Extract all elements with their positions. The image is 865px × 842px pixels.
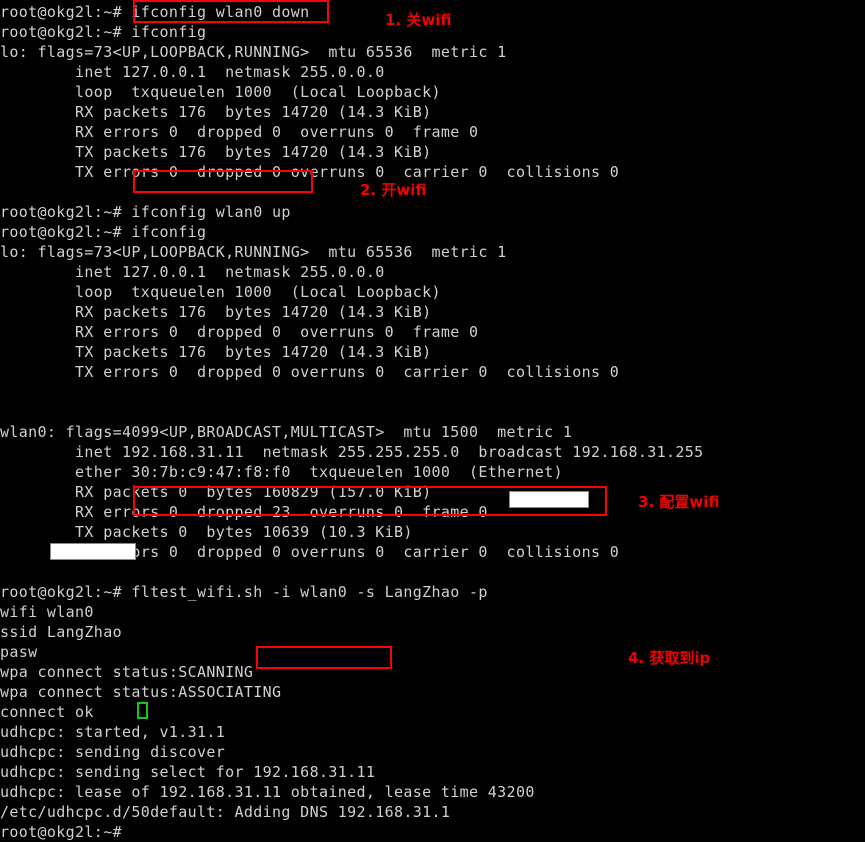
terminal-line: inet 192.168.31.11 netmask 255.255.255.0…: [0, 443, 704, 461]
terminal-line: root@okg2l:~# fltest_wifi.sh -i wlan0 -s…: [0, 583, 498, 601]
terminal-line: RX packets 176 bytes 14720 (14.3 KiB): [0, 303, 432, 321]
terminal-line: root@okg2l:~# ifconfig: [0, 23, 207, 41]
terminal-cursor: [137, 702, 148, 719]
annotation-step-3: 3. 配置wifi: [638, 493, 720, 511]
terminal-line: wifi wlan0: [0, 603, 94, 621]
terminal-line: wpa connect status:SCANNING: [0, 663, 254, 681]
terminal-line: RX errors 0 dropped 0 overruns 0 frame 0: [0, 123, 479, 141]
terminal-line: root@okg2l:~#: [0, 823, 132, 841]
terminal-line: RX packets 0 bytes 160829 (157.0 KiB): [0, 483, 432, 501]
terminal-line: inet 127.0.0.1 netmask 255.0.0.0: [0, 263, 385, 281]
highlight-box-obtained-ip: [256, 646, 392, 669]
terminal-line: wpa connect status:ASSOCIATING: [0, 683, 282, 701]
terminal-line: pasw: [0, 643, 47, 661]
terminal-line: lo: flags=73<UP,LOOPBACK,RUNNING> mtu 65…: [0, 43, 507, 61]
terminal-line: TX errors 0 dropped 0 overruns 0 carrier…: [0, 363, 620, 381]
annotation-step-4: 4. 获取到ip: [628, 649, 711, 667]
terminal-line: inet 127.0.0.1 netmask 255.0.0.0: [0, 63, 385, 81]
annotation-step-1: 1. 关wifi: [385, 11, 452, 29]
terminal-line: loop txqueuelen 1000 (Local Loopback): [0, 83, 441, 101]
terminal-line: lo: flags=73<UP,LOOPBACK,RUNNING> mtu 65…: [0, 243, 507, 261]
terminal-line: RX packets 176 bytes 14720 (14.3 KiB): [0, 103, 432, 121]
redaction-password-in-command: [509, 491, 589, 508]
annotation-step-2: 2. 开wifi: [360, 181, 427, 199]
terminal-line: /etc/udhcpc.d/50default: Adding DNS 192.…: [0, 803, 451, 821]
terminal-line: udhcpc: sending discover: [0, 743, 226, 761]
terminal-line: udhcpc: sending select for 192.168.31.11: [0, 763, 376, 781]
terminal-line: loop txqueuelen 1000 (Local Loopback): [0, 283, 441, 301]
terminal-line: root@okg2l:~# ifconfig wlan0 up: [0, 203, 291, 221]
terminal-line: TX errors 0 dropped 0 overruns 0 carrier…: [0, 163, 620, 181]
terminal-line: TX packets 176 bytes 14720 (14.3 KiB): [0, 343, 432, 361]
terminal-line: RX errors 0 dropped 23 overruns 0 frame …: [0, 503, 488, 521]
terminal-line: ssid LangZhao: [0, 623, 122, 641]
terminal-line: TX packets 0 bytes 10639 (10.3 KiB): [0, 523, 413, 541]
terminal-line: udhcpc: started, v1.31.1: [0, 723, 226, 741]
terminal-line: udhcpc: lease of 192.168.31.11 obtained,…: [0, 783, 535, 801]
terminal-line: TX packets 176 bytes 14720 (14.3 KiB): [0, 143, 432, 161]
terminal-line: connect ok: [0, 703, 94, 721]
terminal-line: root@okg2l:~# ifconfig: [0, 223, 207, 241]
redaction-password-echo: [50, 543, 136, 560]
terminal-line: wlan0: flags=4099<UP,BROADCAST,MULTICAST…: [0, 423, 573, 441]
terminal-window[interactable]: root@okg2l:~# ifconfig wlan0 down root@ok…: [0, 0, 865, 841]
terminal-line: root@okg2l:~# ifconfig wlan0 down: [0, 3, 310, 21]
terminal-line: RX errors 0 dropped 0 overruns 0 frame 0: [0, 323, 479, 341]
terminal-line: ether 30:7b:c9:47:f8:f0 txqueuelen 1000 …: [0, 463, 563, 481]
